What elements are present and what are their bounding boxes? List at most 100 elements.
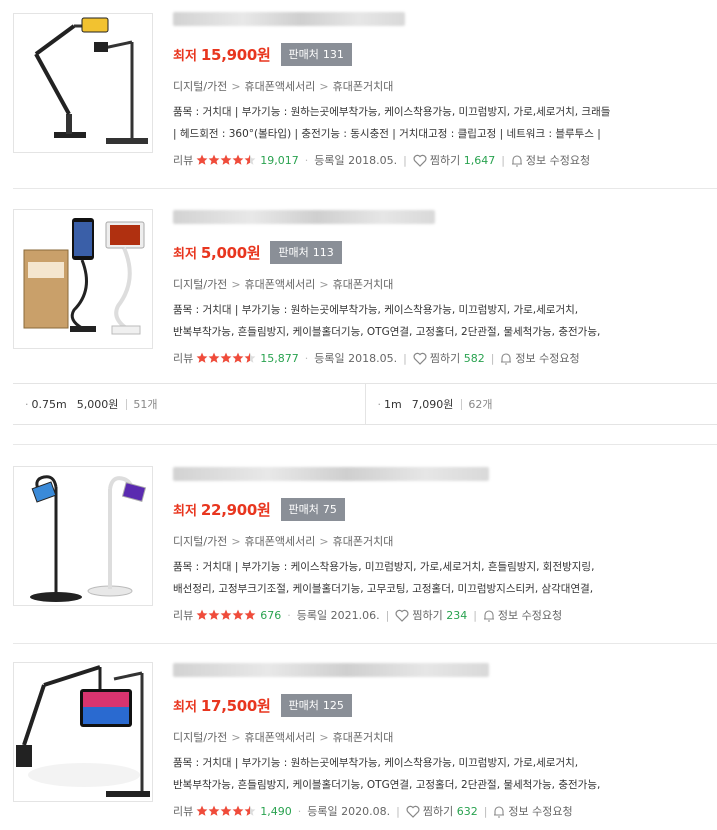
lowest-price[interactable]: 15,900원: [201, 44, 271, 65]
review-count[interactable]: 15,877: [260, 352, 299, 365]
category-level-2[interactable]: 휴대폰액세서리: [245, 278, 316, 291]
wish-count: 234: [446, 608, 468, 622]
heart-icon[interactable]: [406, 805, 420, 818]
wish-button[interactable]: 찜하기: [423, 803, 453, 819]
star-icon: [232, 154, 244, 166]
sellers-count: 75: [322, 502, 337, 516]
review-label: 리뷰: [173, 609, 194, 622]
product-thumbnail[interactable]: [13, 466, 153, 606]
wish-button[interactable]: 찜하기: [430, 350, 460, 366]
price-prefix: 최저: [173, 246, 197, 262]
rating-stars: [196, 609, 256, 621]
product-thumbnail[interactable]: [13, 662, 153, 802]
sellers-badge[interactable]: 판매처 131: [280, 42, 352, 66]
category-level-2[interactable]: 휴대폰액세서리: [245, 535, 316, 548]
spec-line: 반복부착가능, 흔들림방지, 케이블홀더기능, OTG연결, 고정홀더, 2단관…: [173, 779, 601, 791]
sellers-label: 판매처: [288, 47, 319, 61]
price-row: 최저 17,500원 판매처 125: [173, 693, 352, 717]
breadcrumb: 디지털/가전 > 휴대폰액세서리 > 휴대폰거치대: [173, 80, 394, 93]
meta-row: 리뷰 676 · 등록일 2021.06. | 찜하기 234 | 정보 수정요…: [173, 607, 563, 623]
report-button[interactable]: 정보 수정요청: [498, 607, 562, 623]
product-title-blurred[interactable]: [173, 467, 489, 481]
bell-icon[interactable]: [493, 805, 505, 818]
wish-button[interactable]: 찜하기: [412, 607, 442, 623]
sellers-badge[interactable]: 판매처 125: [280, 693, 352, 717]
lowest-price[interactable]: 17,500원: [201, 695, 271, 716]
spec-list: 품목 : 거치대 | 부가기능 : 원하는곳에부착가능, 케이스착용가능, 미끄…: [173, 752, 713, 796]
category-level-1[interactable]: 디지털/가전: [173, 80, 227, 93]
product-thumbnail[interactable]: [13, 209, 153, 349]
sellers-label: 판매처: [278, 245, 309, 259]
price-prefix: 최저: [173, 699, 197, 715]
product-title-blurred[interactable]: [173, 12, 405, 26]
registered-date: 2021.06.: [330, 608, 380, 622]
review-count[interactable]: 19,017: [260, 154, 299, 167]
product-title-blurred[interactable]: [173, 663, 489, 677]
registered-date: 2018.05.: [348, 351, 398, 365]
registered-date: 2020.08.: [341, 804, 391, 818]
review-count[interactable]: 1,490: [260, 805, 292, 818]
wish-count: 632: [456, 804, 478, 818]
sellers-badge[interactable]: 판매처 75: [280, 497, 345, 521]
heart-icon[interactable]: [413, 154, 427, 167]
lowest-price[interactable]: 22,900원: [201, 499, 271, 520]
category-level-1[interactable]: 디지털/가전: [173, 535, 227, 548]
report-button[interactable]: 정보 수정요청: [508, 803, 572, 819]
variant-option[interactable]: · 1m 7,090원 62개: [364, 384, 717, 424]
divider: [13, 444, 717, 445]
lowest-price[interactable]: 5,000원: [201, 242, 261, 263]
star-icon: [196, 609, 208, 621]
heart-icon[interactable]: [413, 352, 427, 365]
breadcrumb: 디지털/가전 > 휴대폰액세서리 > 휴대폰거치대: [173, 278, 394, 291]
spec-line: 반복부착가능, 흔들림방지, 케이블홀더기능, OTG연결, 고정홀더, 2단관…: [173, 326, 601, 338]
spec-line: 품목 : 거치대 | 부가기능 : 케이스착용가능, 미끄럼방지, 가로,세로거…: [173, 561, 595, 573]
heart-icon[interactable]: [395, 609, 409, 622]
category-level-2[interactable]: 휴대폰액세서리: [245, 80, 316, 93]
registered-label: 등록일: [314, 352, 345, 365]
tablet-arm-stand-icon: [16, 665, 150, 797]
meta-row: 리뷰 1,490 · 등록일 2020.08. | 찜하기 632 | 정보 수…: [173, 803, 573, 819]
star-icon: [244, 805, 256, 817]
spec-line: 품목 : 거치대 | 부가기능 : 원하는곳에부착가능, 케이스착용가능, 미끄…: [173, 106, 611, 118]
star-icon: [196, 154, 208, 166]
product-thumbnail[interactable]: [13, 13, 153, 153]
category-level-3[interactable]: 휴대폰거치대: [333, 731, 394, 744]
sellers-label: 판매처: [288, 502, 319, 516]
category-level-2[interactable]: 휴대폰액세서리: [245, 731, 316, 744]
category-level-1[interactable]: 디지털/가전: [173, 278, 227, 291]
spec-line: 품목 : 거치대 | 부가기능 : 원하는곳에부착가능, 케이스착용가능, 미끄…: [173, 757, 579, 769]
category-level-3[interactable]: 휴대폰거치대: [333, 278, 394, 291]
report-button[interactable]: 정보 수정요청: [526, 152, 590, 168]
wish-button[interactable]: 찜하기: [430, 152, 460, 168]
breadcrumb: 디지털/가전 > 휴대폰액세서리 > 휴대폰거치대: [173, 535, 394, 548]
price-row: 최저 22,900원 판매처 75: [173, 497, 345, 521]
category-level-3[interactable]: 휴대폰거치대: [333, 535, 394, 548]
divider: [13, 643, 717, 644]
sellers-count: 113: [312, 245, 334, 259]
star-icon: [220, 154, 232, 166]
wish-count: 1,647: [463, 153, 496, 167]
star-icon: [232, 352, 244, 364]
bell-icon[interactable]: [500, 352, 512, 365]
report-button[interactable]: 정보 수정요청: [515, 350, 579, 366]
bell-icon[interactable]: [483, 609, 495, 622]
meta-row: 리뷰 19,017 · 등록일 2018.05. | 찜하기 1,647 | 정…: [173, 152, 591, 168]
product-item: 최저 22,900원 판매처 75 디지털/가전 > 휴대폰액세서리 > 휴대폰거치대 품…: [0, 455, 717, 640]
spec-line: 품목 : 거치대 | 부가기능 : 원하는곳에부착가능, 케이스착용가능, 미끄…: [173, 304, 579, 316]
review-count[interactable]: 676: [260, 609, 281, 622]
star-icon: [208, 609, 220, 621]
price-prefix: 최저: [173, 48, 197, 64]
sellers-badge[interactable]: 판매처 113: [270, 240, 342, 264]
sellers-label: 판매처: [288, 698, 319, 712]
bell-icon[interactable]: [511, 154, 523, 167]
category-level-3[interactable]: 휴대폰거치대: [333, 80, 394, 93]
price-row: 최저 5,000원 판매처 113: [173, 240, 342, 264]
product-title-blurred[interactable]: [173, 210, 435, 224]
category-level-1[interactable]: 디지털/가전: [173, 731, 227, 744]
floor-stand-icon: [30, 475, 147, 602]
meta-row: 리뷰 15,877 · 등록일 2018.05. | 찜하기 582 | 정보 …: [173, 350, 580, 366]
registered-label: 등록일: [307, 805, 338, 818]
gooseneck-stand-icon: [23, 218, 145, 335]
rating-stars: [196, 352, 256, 364]
variant-option[interactable]: · 0.75m 5,000원 51개: [13, 384, 365, 424]
